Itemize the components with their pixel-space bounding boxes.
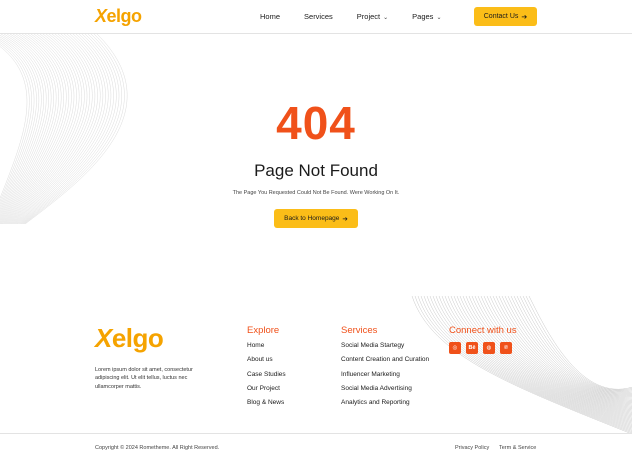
footer-services-heading: Services	[341, 325, 378, 336]
footer-link[interactable]: Influencer Marketing	[341, 371, 429, 378]
site-header: Xelgo Home Services Project ⌄ Pages ⌄ Cont…	[0, 0, 632, 34]
main-nav: Home Services Project ⌄ Pages ⌄	[260, 12, 465, 21]
nav-services[interactable]: Services	[304, 12, 333, 21]
page-title: Page Not Found	[254, 161, 378, 180]
footer-link[interactable]: Content Creation and Curation	[341, 356, 429, 363]
social-links: ◎ Bē ◍ ℗	[449, 342, 517, 354]
nav-project[interactable]: Project ⌄	[357, 12, 388, 21]
copyright-text: Copyright © 2024 Rometheme. All Right Re…	[95, 445, 220, 451]
footer-divider	[0, 433, 632, 434]
privacy-policy-link[interactable]: Privacy Policy	[455, 445, 489, 451]
arrow-right-icon: ➔	[342, 215, 348, 223]
footer-link[interactable]: Home	[247, 342, 286, 349]
back-to-homepage-label: Back to Homepage	[284, 215, 340, 222]
footer-connect-heading: Connect with us	[449, 325, 517, 336]
footer-link[interactable]: Social Media Advertising	[341, 385, 429, 392]
footer-explore-column: Explore Home About us Case Studies Our P…	[247, 325, 286, 413]
logo-letter-x: X	[95, 6, 107, 26]
footer-link[interactable]: Blog & News	[247, 399, 286, 406]
footer-explore-heading: Explore	[247, 325, 280, 336]
footer-link[interactable]: Social Media Startegy	[341, 342, 429, 349]
terms-link[interactable]: Term & Service	[499, 445, 536, 451]
nav-home[interactable]: Home	[260, 12, 280, 21]
logo-text: elgo	[111, 323, 164, 353]
nav-project-label: Project	[356, 12, 381, 21]
contact-us-label: Contact Us	[483, 13, 519, 20]
nav-pages-label: Pages	[412, 12, 434, 21]
footer-link[interactable]: Analytics and Reporting	[341, 399, 429, 406]
pinterest-icon[interactable]: ℗	[500, 342, 512, 354]
chevron-down-icon: ⌄	[436, 15, 442, 21]
back-to-homepage-button[interactable]: Back to Homepage ➔	[274, 209, 358, 228]
header-logo[interactable]: Xelgo	[95, 6, 142, 27]
footer-services-column: Services Social Media Startegy Content C…	[341, 325, 429, 413]
instagram-icon[interactable]: ◎	[449, 342, 461, 354]
arrow-right-icon: ➔	[521, 13, 528, 21]
chevron-down-icon: ⌄	[383, 15, 389, 21]
dribbble-icon[interactable]: ◍	[483, 342, 495, 354]
contact-us-button[interactable]: Contact Us ➔	[474, 7, 537, 26]
error-message: The Page You Requested Could Not Be Foun…	[232, 190, 400, 196]
footer-link[interactable]: About us	[247, 356, 286, 363]
footer-logo[interactable]: Xelgo	[95, 323, 164, 354]
footer-link[interactable]: Case Studies	[247, 371, 286, 378]
logo-text: elgo	[106, 6, 143, 26]
error-code: 404	[276, 97, 356, 149]
logo-letter-x: X	[95, 323, 112, 353]
footer-about-text: Lorem ipsum dolor sit amet, consectetur …	[95, 367, 193, 390]
behance-icon[interactable]: Bē	[466, 342, 478, 354]
footer-connect-column: Connect with us ◎ Bē ◍ ℗	[449, 325, 517, 354]
nav-pages[interactable]: Pages ⌄	[412, 12, 441, 21]
footer-link[interactable]: Our Project	[247, 385, 286, 392]
